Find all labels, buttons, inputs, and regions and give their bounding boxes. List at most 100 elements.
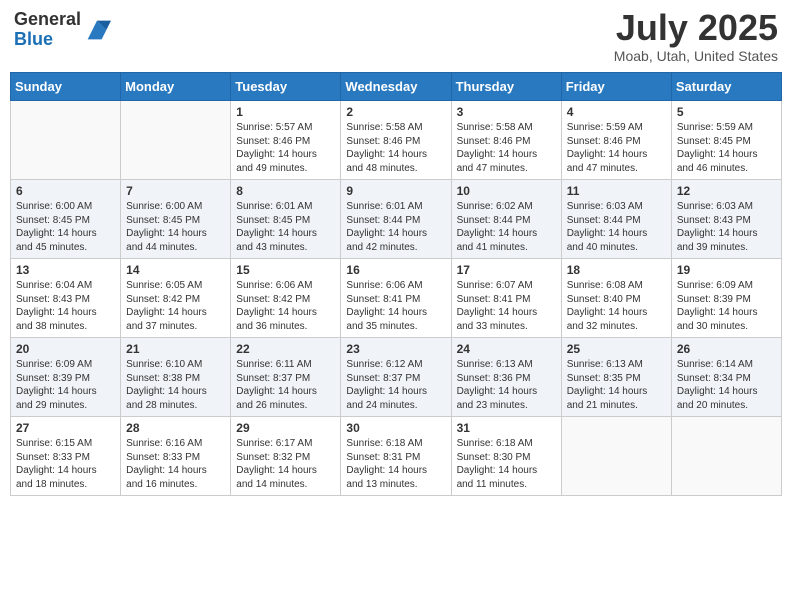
day-number: 12 <box>677 184 776 198</box>
calendar-day-cell: 26 Sunrise: 6:14 AM Sunset: 8:34 PM Dayli… <box>671 338 781 417</box>
day-number: 11 <box>567 184 666 198</box>
day-info: Sunrise: 5:59 AM Sunset: 8:45 PM Dayligh… <box>677 121 776 175</box>
day-number: 17 <box>457 263 556 277</box>
day-number: 9 <box>346 184 445 198</box>
day-info: Sunrise: 6:06 AM Sunset: 8:42 PM Dayligh… <box>236 279 335 333</box>
calendar-day-cell: 31 Sunrise: 6:18 AM Sunset: 8:30 PM Dayli… <box>451 417 561 496</box>
day-number: 28 <box>126 421 225 435</box>
day-info: Sunrise: 6:02 AM Sunset: 8:44 PM Dayligh… <box>457 200 556 254</box>
day-info: Sunrise: 6:03 AM Sunset: 8:44 PM Dayligh… <box>567 200 666 254</box>
day-number: 6 <box>16 184 115 198</box>
day-number: 19 <box>677 263 776 277</box>
logo-text: General Blue <box>14 9 81 49</box>
calendar-day-cell: 20Sunrise: 6:09 AM Sunset: 8:39 PM Dayli… <box>11 338 121 417</box>
calendar-day-cell: 21 Sunrise: 6:10 AM Sunset: 8:38 PM Dayli… <box>121 338 231 417</box>
calendar-day-cell: 18Sunrise: 6:08 AM Sunset: 8:40 PM Dayli… <box>561 259 671 338</box>
day-info: Sunrise: 6:09 AM Sunset: 8:39 PM Dayligh… <box>16 358 115 412</box>
day-info: Sunrise: 6:11 AM Sunset: 8:37 PM Dayligh… <box>236 358 335 412</box>
calendar-day-cell: 13 Sunrise: 6:04 AM Sunset: 8:43 PM Dayli… <box>11 259 121 338</box>
day-of-week-header: Tuesday <box>231 73 341 101</box>
calendar-day-cell: 9 Sunrise: 6:01 AM Sunset: 8:44 PM Daylig… <box>341 180 451 259</box>
day-info: Sunrise: 6:12 AM Sunset: 8:37 PM Dayligh… <box>346 358 445 412</box>
day-info: Sunrise: 5:58 AM Sunset: 8:46 PM Dayligh… <box>346 121 445 175</box>
title-block: July 2025 Moab, Utah, United States <box>614 10 778 64</box>
calendar-day-cell: 27Sunrise: 6:15 AM Sunset: 8:33 PM Dayli… <box>11 417 121 496</box>
day-info: Sunrise: 5:59 AM Sunset: 8:46 PM Dayligh… <box>567 121 666 175</box>
calendar-week-row: 13 Sunrise: 6:04 AM Sunset: 8:43 PM Dayli… <box>11 259 782 338</box>
day-number: 30 <box>346 421 445 435</box>
day-info: Sunrise: 6:13 AM Sunset: 8:35 PM Dayligh… <box>567 358 666 412</box>
day-of-week-header: Thursday <box>451 73 561 101</box>
calendar-header-row: SundayMondayTuesdayWednesdayThursdayFrid… <box>11 73 782 101</box>
calendar-day-cell: 10 Sunrise: 6:02 AM Sunset: 8:44 PM Dayli… <box>451 180 561 259</box>
day-number: 13 <box>16 263 115 277</box>
calendar-table: SundayMondayTuesdayWednesdayThursdayFrid… <box>10 72 782 496</box>
day-number: 24 <box>457 342 556 356</box>
day-info: Sunrise: 6:14 AM Sunset: 8:34 PM Dayligh… <box>677 358 776 412</box>
day-info: Sunrise: 6:07 AM Sunset: 8:41 PM Dayligh… <box>457 279 556 333</box>
calendar-week-row: 20Sunrise: 6:09 AM Sunset: 8:39 PM Dayli… <box>11 338 782 417</box>
calendar-day-cell: 1 Sunrise: 5:57 AM Sunset: 8:46 PM Daylig… <box>231 101 341 180</box>
calendar-day-cell: 3 Sunrise: 5:58 AM Sunset: 8:46 PM Daylig… <box>451 101 561 180</box>
calendar-day-cell: 23 Sunrise: 6:12 AM Sunset: 8:37 PM Dayli… <box>341 338 451 417</box>
day-number: 10 <box>457 184 556 198</box>
calendar-day-cell <box>671 417 781 496</box>
calendar-day-cell: 16 Sunrise: 6:06 AM Sunset: 8:41 PM Dayli… <box>341 259 451 338</box>
day-number: 4 <box>567 105 666 119</box>
day-info: Sunrise: 6:13 AM Sunset: 8:36 PM Dayligh… <box>457 358 556 412</box>
calendar-day-cell: 4 Sunrise: 5:59 AM Sunset: 8:46 PM Daylig… <box>561 101 671 180</box>
month-title: July 2025 <box>614 10 778 46</box>
day-info: Sunrise: 6:01 AM Sunset: 8:45 PM Dayligh… <box>236 200 335 254</box>
calendar-day-cell: 5Sunrise: 5:59 AM Sunset: 8:45 PM Daylig… <box>671 101 781 180</box>
calendar-day-cell: 28 Sunrise: 6:16 AM Sunset: 8:33 PM Dayli… <box>121 417 231 496</box>
day-number: 25 <box>567 342 666 356</box>
calendar-day-cell: 29 Sunrise: 6:17 AM Sunset: 8:32 PM Dayli… <box>231 417 341 496</box>
calendar-day-cell: 7Sunrise: 6:00 AM Sunset: 8:45 PM Daylig… <box>121 180 231 259</box>
day-info: Sunrise: 6:01 AM Sunset: 8:44 PM Dayligh… <box>346 200 445 254</box>
day-number: 31 <box>457 421 556 435</box>
day-info: Sunrise: 6:04 AM Sunset: 8:43 PM Dayligh… <box>16 279 115 333</box>
day-of-week-header: Friday <box>561 73 671 101</box>
calendar-week-row: 1 Sunrise: 5:57 AM Sunset: 8:46 PM Daylig… <box>11 101 782 180</box>
day-number: 21 <box>126 342 225 356</box>
day-number: 7 <box>126 184 225 198</box>
logo: General Blue <box>14 10 111 50</box>
day-info: Sunrise: 6:00 AM Sunset: 8:45 PM Dayligh… <box>16 200 115 254</box>
day-info: Sunrise: 6:10 AM Sunset: 8:38 PM Dayligh… <box>126 358 225 412</box>
day-number: 23 <box>346 342 445 356</box>
day-info: Sunrise: 6:17 AM Sunset: 8:32 PM Dayligh… <box>236 437 335 491</box>
day-number: 27 <box>16 421 115 435</box>
day-number: 3 <box>457 105 556 119</box>
page-header: General Blue July 2025 Moab, Utah, Unite… <box>10 10 782 64</box>
location: Moab, Utah, United States <box>614 48 778 64</box>
calendar-day-cell <box>561 417 671 496</box>
day-number: 1 <box>236 105 335 119</box>
calendar-day-cell: 19 Sunrise: 6:09 AM Sunset: 8:39 PM Dayli… <box>671 259 781 338</box>
day-number: 16 <box>346 263 445 277</box>
calendar-day-cell <box>121 101 231 180</box>
day-info: Sunrise: 6:08 AM Sunset: 8:40 PM Dayligh… <box>567 279 666 333</box>
calendar-day-cell: 15Sunrise: 6:06 AM Sunset: 8:42 PM Dayli… <box>231 259 341 338</box>
day-number: 26 <box>677 342 776 356</box>
calendar-day-cell: 14Sunrise: 6:05 AM Sunset: 8:42 PM Dayli… <box>121 259 231 338</box>
calendar-day-cell: 12Sunrise: 6:03 AM Sunset: 8:43 PM Dayli… <box>671 180 781 259</box>
day-info: Sunrise: 5:57 AM Sunset: 8:46 PM Dayligh… <box>236 121 335 175</box>
day-info: Sunrise: 6:06 AM Sunset: 8:41 PM Dayligh… <box>346 279 445 333</box>
calendar-week-row: 27Sunrise: 6:15 AM Sunset: 8:33 PM Dayli… <box>11 417 782 496</box>
day-of-week-header: Sunday <box>11 73 121 101</box>
calendar-day-cell: 8 Sunrise: 6:01 AM Sunset: 8:45 PM Daylig… <box>231 180 341 259</box>
day-info: Sunrise: 6:18 AM Sunset: 8:31 PM Dayligh… <box>346 437 445 491</box>
day-of-week-header: Wednesday <box>341 73 451 101</box>
day-info: Sunrise: 6:09 AM Sunset: 8:39 PM Dayligh… <box>677 279 776 333</box>
calendar-day-cell: 24 Sunrise: 6:13 AM Sunset: 8:36 PM Dayli… <box>451 338 561 417</box>
day-number: 8 <box>236 184 335 198</box>
day-number: 22 <box>236 342 335 356</box>
calendar-day-cell: 25 Sunrise: 6:13 AM Sunset: 8:35 PM Dayli… <box>561 338 671 417</box>
day-info: Sunrise: 6:18 AM Sunset: 8:30 PM Dayligh… <box>457 437 556 491</box>
day-number: 14 <box>126 263 225 277</box>
calendar-day-cell <box>11 101 121 180</box>
logo-icon <box>83 16 111 44</box>
day-info: Sunrise: 6:16 AM Sunset: 8:33 PM Dayligh… <box>126 437 225 491</box>
day-number: 29 <box>236 421 335 435</box>
day-info: Sunrise: 5:58 AM Sunset: 8:46 PM Dayligh… <box>457 121 556 175</box>
